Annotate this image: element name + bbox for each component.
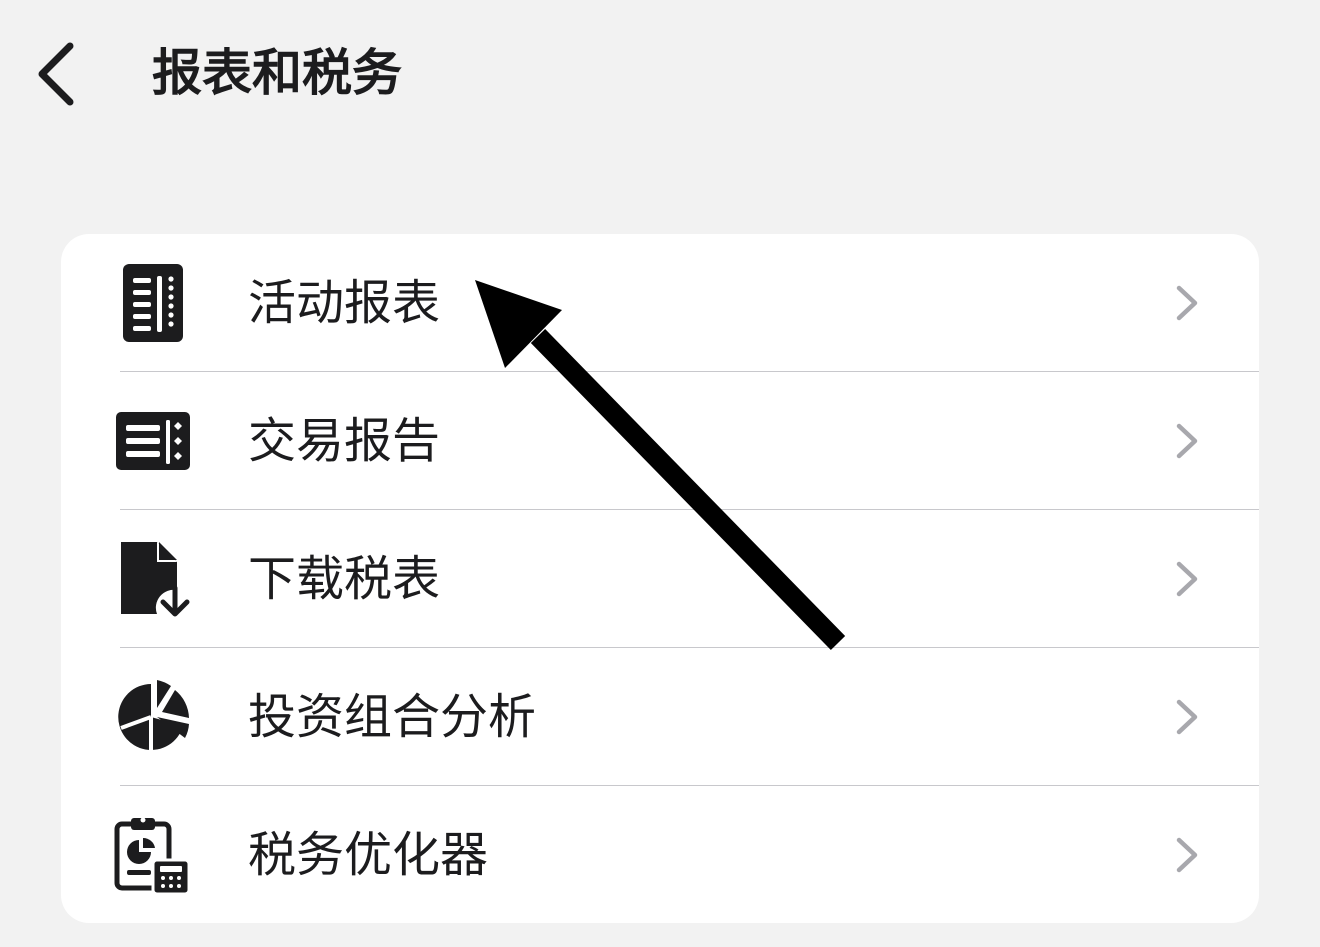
menu-item-label: 下载税表 — [248, 551, 441, 607]
tax-optimizer-icon — [113, 814, 193, 896]
chevron-right-icon — [1176, 561, 1198, 597]
menu-item-portfolio-analysis[interactable]: 投资组合分析 — [61, 648, 1259, 786]
chevron-right-icon — [1176, 285, 1198, 321]
menu-item-trade-report[interactable]: 交易报告 — [61, 372, 1259, 510]
menu-item-download-tax-form[interactable]: 下载税表 — [61, 510, 1259, 648]
chevron-right-icon — [1176, 699, 1198, 735]
back-button[interactable] — [28, 36, 98, 112]
chevron-right-icon — [1176, 423, 1198, 459]
menu-item-activity-report[interactable]: 活动报表 — [61, 234, 1259, 372]
page-title: 报表和税务 — [152, 44, 402, 102]
chevron-right-icon — [1176, 837, 1198, 873]
menu-item-tax-optimizer[interactable]: 税务优化器 — [61, 786, 1259, 923]
header-bar: 报表和税务 — [0, 0, 1320, 150]
menu-item-label: 投资组合分析 — [248, 689, 537, 745]
menu-card: 活动报表 交易报告 下载税表 投资组合分析 税务优化器 — [61, 234, 1259, 923]
menu-item-label: 税务优化器 — [248, 827, 489, 883]
chevron-left-icon — [38, 42, 74, 106]
activity-report-icon — [113, 262, 193, 344]
trade-report-icon — [113, 400, 193, 482]
menu-item-label: 活动报表 — [248, 275, 441, 331]
pie-chart-icon — [113, 676, 193, 758]
download-tax-form-icon — [113, 538, 193, 620]
menu-item-label: 交易报告 — [248, 413, 441, 469]
